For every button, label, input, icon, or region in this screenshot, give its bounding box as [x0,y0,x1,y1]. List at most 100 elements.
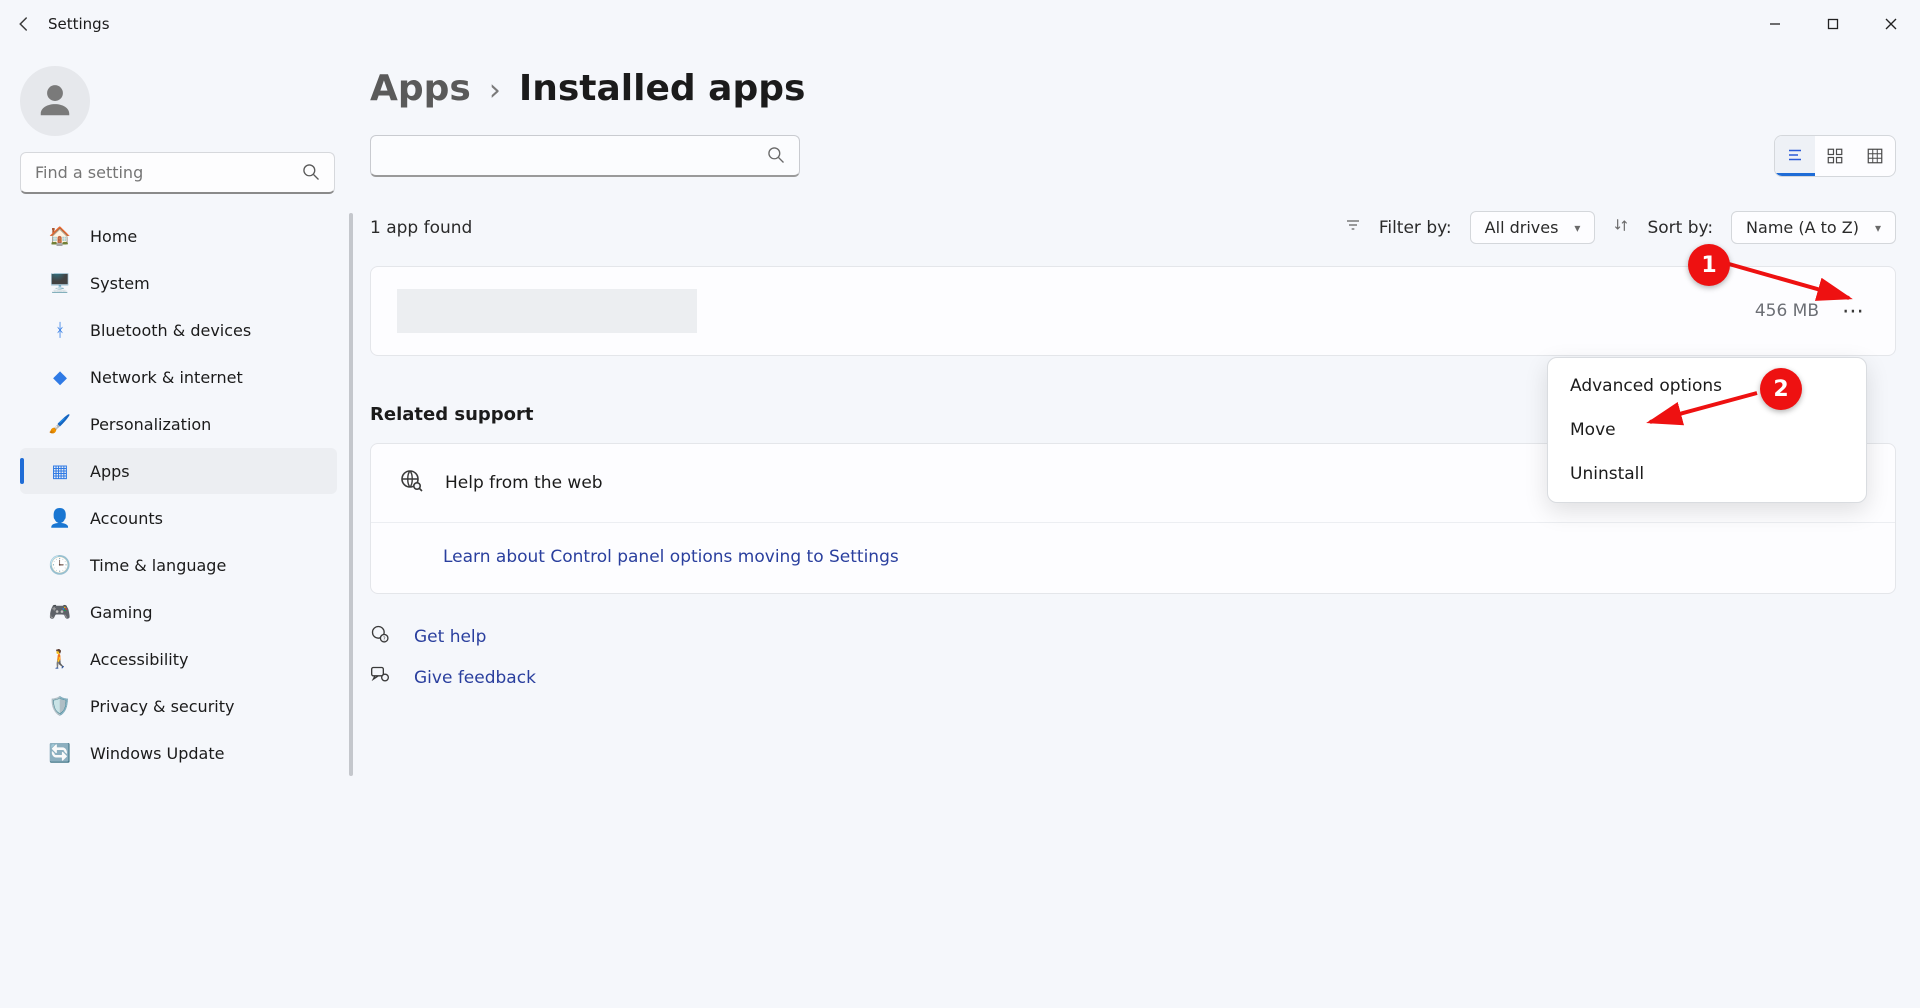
sidebar-item-time-language[interactable]: 🕒 Time & language [20,542,337,588]
toolbar [370,135,1896,177]
globe-search-icon [399,468,423,498]
view-list-button[interactable] [1775,136,1815,176]
svg-text:?: ? [383,637,386,643]
chevron-right-icon: › [489,73,501,108]
app-name-redacted [397,289,697,333]
chevron-down-icon: ▾ [1875,221,1881,235]
find-setting-input[interactable] [20,152,335,194]
app-search-input[interactable] [370,135,800,177]
results-row: 1 app found Filter by: All drives ▾ Sort… [370,211,1896,244]
nav-icon: 👤 [48,508,72,529]
nav-icon: 🏠 [48,226,72,247]
app-row: 456 MB ⋯ Advanced optionsMoveUninstall [370,266,1896,356]
app-more-button[interactable]: ⋯ [1839,296,1869,326]
more-horizontal-icon: ⋯ [1842,299,1866,324]
sidebar-item-label: Network & internet [90,368,243,387]
grid-view-icon [1866,147,1884,165]
breadcrumb-parent[interactable]: Apps [370,68,471,109]
titlebar: Settings [0,0,1920,48]
sidebar-item-bluetooth-devices[interactable]: ᚼ Bluetooth & devices [20,307,337,353]
annotation-1-label: 1 [1701,253,1716,278]
nav-icon: ▦ [48,461,72,482]
sort-value: Name (A to Z) [1746,218,1859,237]
nav-icon: 🔄 [48,743,72,764]
sidebar: 🏠 Home 🖥️ System ᚼ Bluetooth & devices ◆Networ… [0,58,355,1008]
view-grid-button[interactable] [1855,136,1895,176]
window-controls [1746,0,1920,48]
sort-icon [1613,217,1629,238]
sidebar-item-label: Accounts [90,509,163,528]
app-size: 456 MB [1755,301,1819,321]
filter-value: All drives [1485,218,1559,237]
sidebar-item-label: System [90,274,150,293]
tile-view-icon [1826,147,1844,165]
sidebar-item-label: Personalization [90,415,211,434]
help-from-web-title: Help from the web [445,473,603,493]
find-setting-search[interactable] [20,152,335,194]
breadcrumb: Apps › Installed apps [370,68,1896,109]
app-search[interactable] [370,135,800,177]
list-view-icon [1786,146,1804,164]
footer-links: ? Get help Give feedback [370,624,1896,690]
window-title: Settings [48,15,110,33]
app-context-menu: Advanced optionsMoveUninstall [1547,357,1867,503]
sidebar-item-label: Privacy & security [90,697,234,716]
sidebar-item-system[interactable]: 🖥️ System [20,260,337,306]
filter-icon [1345,217,1361,238]
sort-select[interactable]: Name (A to Z) ▾ [1731,211,1896,244]
nav-icon: 🕒 [48,555,72,576]
sidebar-item-windows-update[interactable]: 🔄Windows Update [20,730,337,776]
sidebar-item-network-internet[interactable]: ◆Network & internet [20,354,337,400]
sidebar-item-label: Bluetooth & devices [90,321,251,340]
back-button[interactable] [0,15,48,33]
sidebar-item-accounts[interactable]: 👤 Accounts [20,495,337,541]
sidebar-item-label: Home [90,227,137,246]
sidebar-nav: 🏠 Home 🖥️ System ᚼ Bluetooth & devices ◆Networ… [0,213,355,776]
view-tiles-button[interactable] [1815,136,1855,176]
context-menu-move[interactable]: Move [1548,408,1866,452]
nav-icon: 🖌️ [48,414,72,435]
person-icon [36,82,74,120]
sidebar-item-personalization[interactable]: 🖌️ Personalization [20,401,337,447]
maximize-icon [1827,18,1839,30]
sidebar-item-label: Gaming [90,603,153,622]
nav-icon: ᚼ [48,320,72,341]
filter-select[interactable]: All drives ▾ [1470,211,1596,244]
close-icon [1885,18,1897,30]
feedback-icon [370,665,392,690]
minimize-button[interactable] [1746,0,1804,48]
arrow-left-icon [15,15,33,33]
close-button[interactable] [1862,0,1920,48]
sidebar-item-label: Apps [90,462,130,481]
maximize-button[interactable] [1804,0,1862,48]
page-title: Installed apps [519,68,806,109]
sidebar-item-label: Accessibility [90,650,188,669]
results-count: 1 app found [370,218,472,238]
minimize-icon [1769,18,1781,30]
sort-label: Sort by: [1647,218,1713,238]
get-help-link[interactable]: Get help [414,627,486,647]
control-panel-link[interactable]: Learn about Control panel options moving… [443,547,899,567]
chevron-down-icon: ▾ [1574,221,1580,235]
annotation-1-badge: 1 [1688,244,1730,286]
sidebar-item-privacy-security[interactable]: 🛡️ Privacy & security [20,683,337,729]
sidebar-item-gaming[interactable]: 🎮Gaming [20,589,337,635]
annotation-2-label: 2 [1773,377,1788,402]
view-toggle [1774,135,1896,177]
sidebar-item-apps[interactable]: ▦ Apps [20,448,337,494]
filter-label: Filter by: [1379,218,1452,238]
give-feedback-link[interactable]: Give feedback [414,668,536,688]
user-account-row[interactable] [0,66,355,152]
sidebar-item-label: Time & language [90,556,226,575]
main-content: Apps › Installed apps 1 app found Filter… [370,58,1896,1008]
avatar [20,66,90,136]
search-icon [301,162,321,186]
context-menu-uninstall[interactable]: Uninstall [1548,452,1866,496]
nav-icon: 🖥️ [48,273,72,294]
context-menu-advanced-options[interactable]: Advanced options [1548,364,1866,408]
search-icon [766,145,786,169]
sidebar-item-accessibility[interactable]: 🚶Accessibility [20,636,337,682]
annotation-2-badge: 2 [1760,368,1802,410]
sidebar-item-home[interactable]: 🏠 Home [20,213,337,259]
nav-icon: 🛡️ [48,696,72,717]
